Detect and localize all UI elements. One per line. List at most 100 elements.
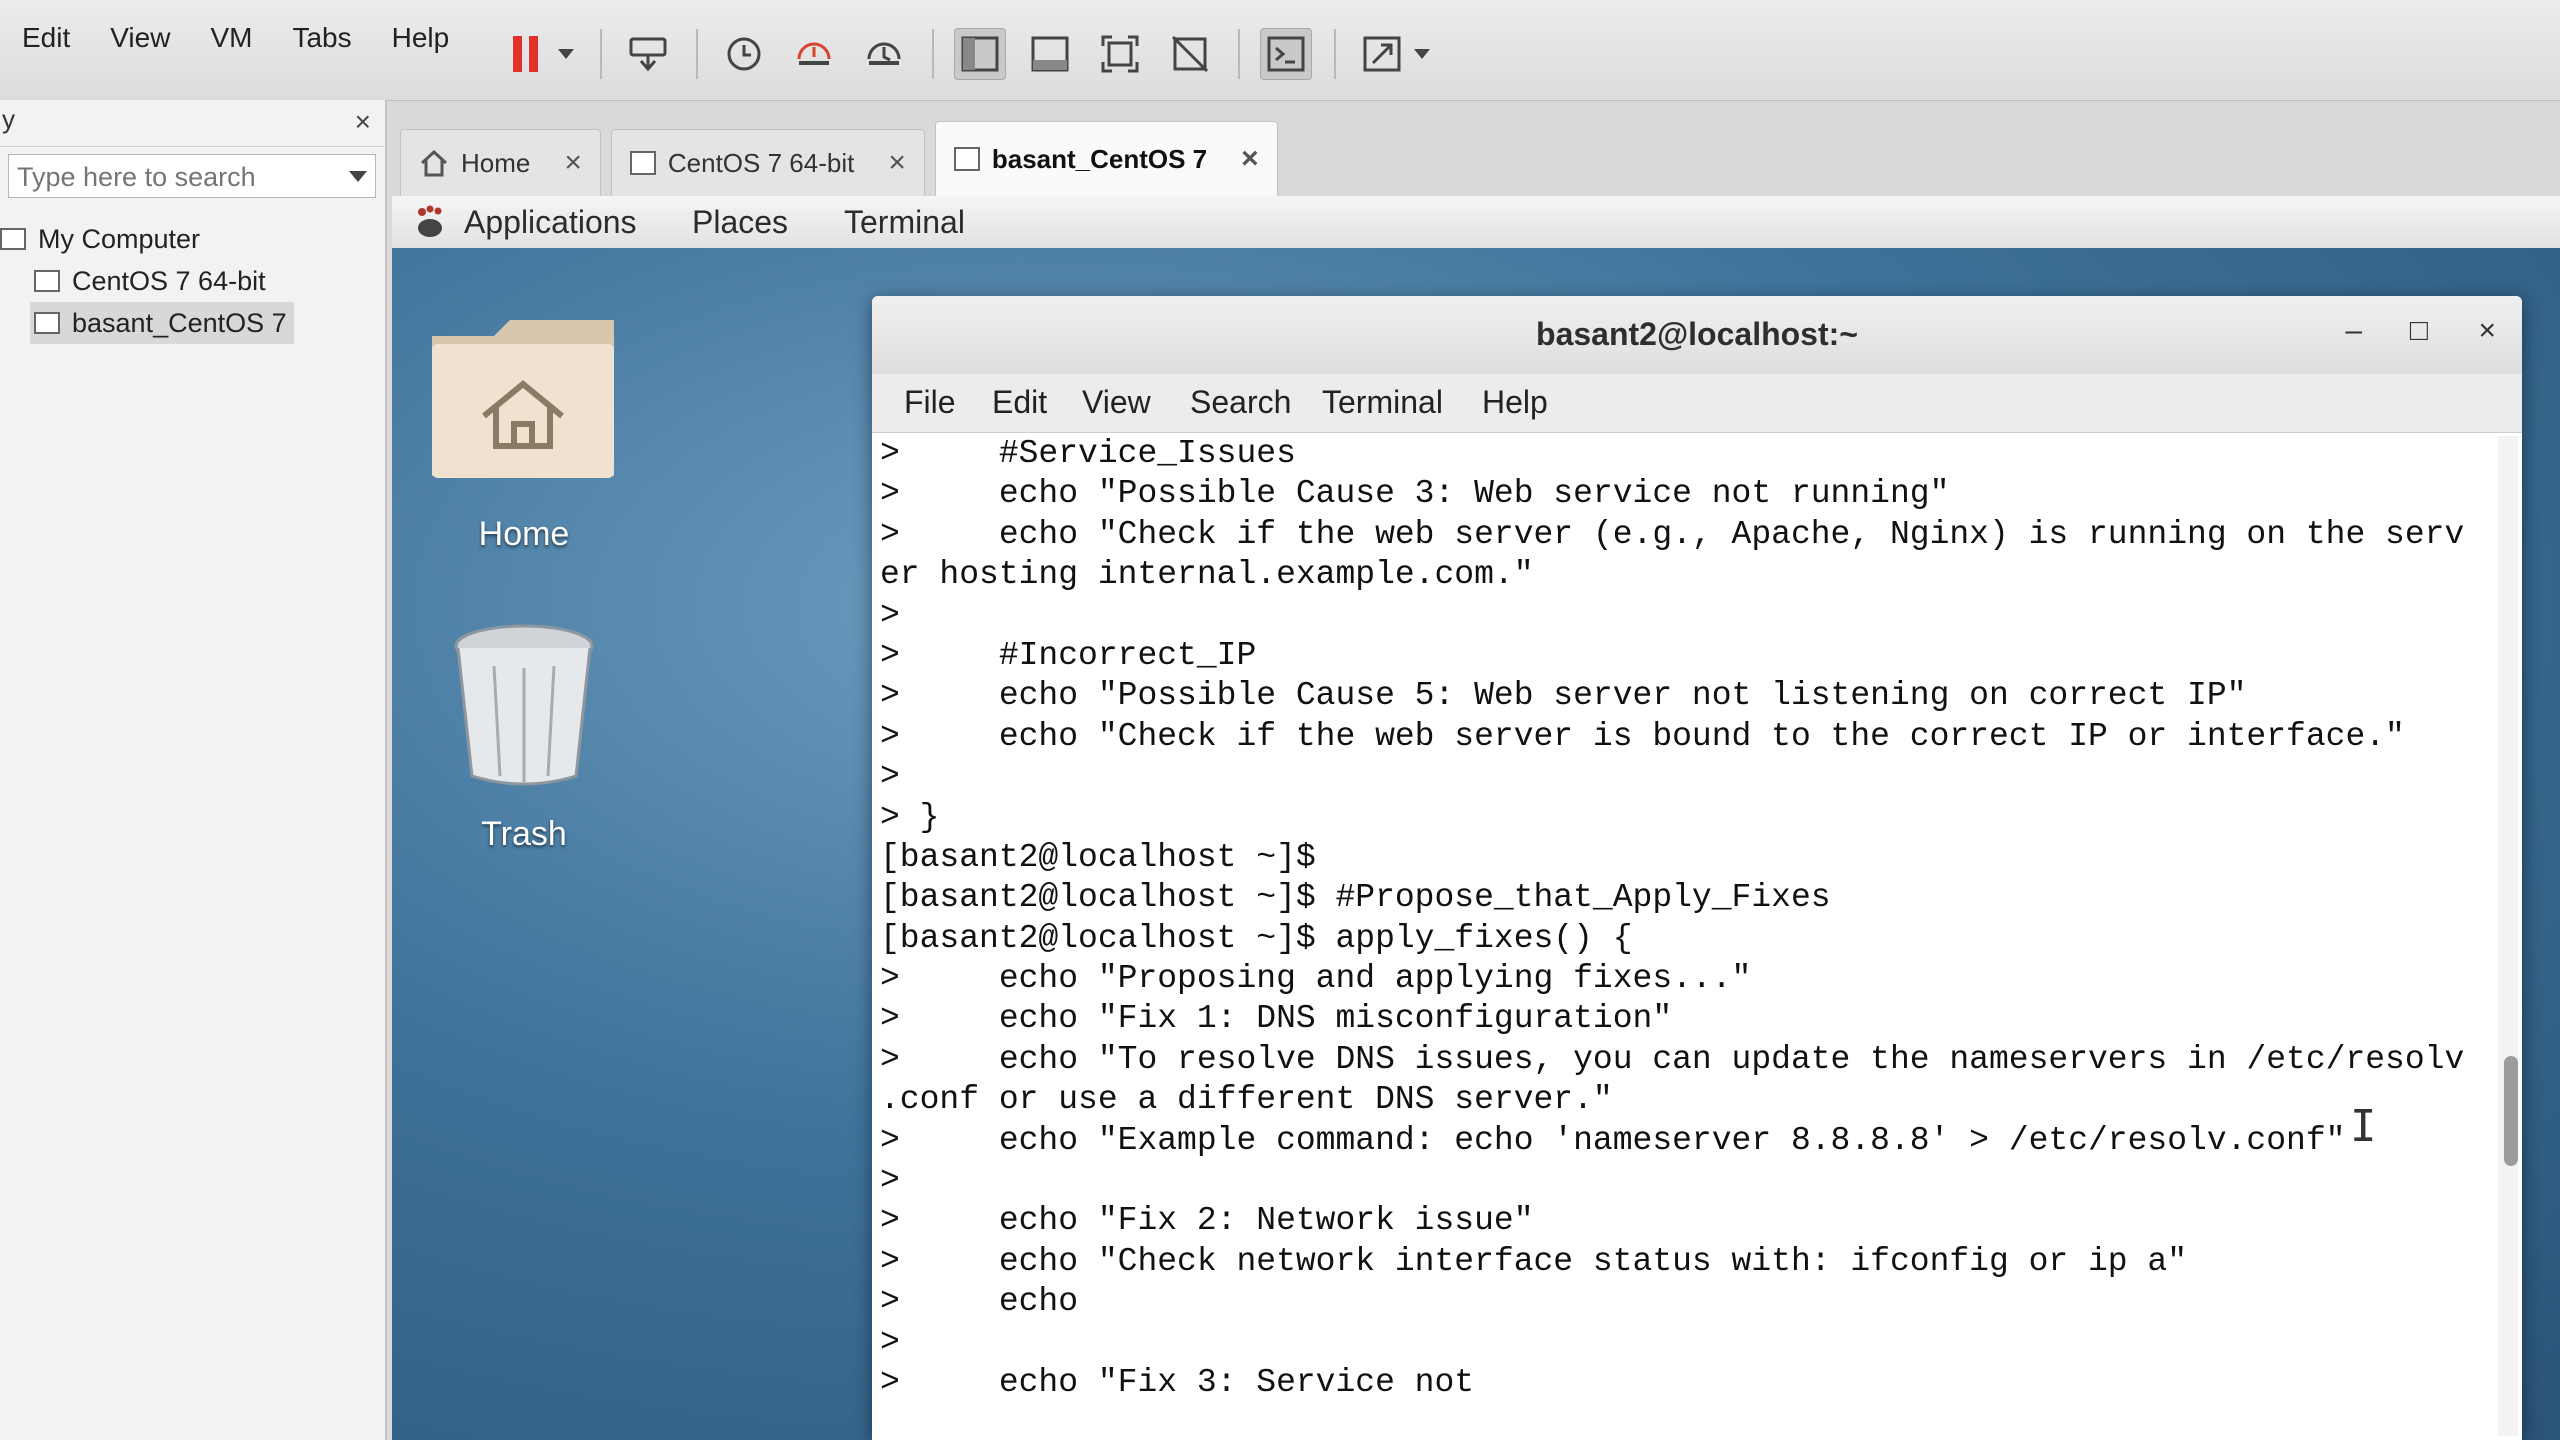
terminal-line: > echo "Check if the web server (e.g., A… [880, 515, 2465, 553]
gnome-applications-menu[interactable]: Applications [464, 204, 637, 241]
terminal-line: > echo [880, 1283, 1079, 1321]
close-window-icon[interactable]: × [2478, 314, 2496, 348]
terminal-scrollbar[interactable] [2498, 436, 2518, 1436]
vm-icon [34, 270, 60, 292]
pause-icon [513, 36, 538, 72]
toolbar-separator [932, 29, 934, 79]
stretch-dropdown-button[interactable] [1410, 28, 1434, 80]
close-tab-icon[interactable]: × [1241, 142, 1259, 176]
pause-button[interactable] [500, 28, 552, 80]
trash-icon [454, 624, 594, 786]
terminal-line: > } [880, 798, 940, 836]
menu-view[interactable]: View [110, 22, 170, 54]
tab-label: CentOS 7 64-bit [667, 147, 855, 178]
tree-vm-basant[interactable]: basant_CentOS 7 [30, 302, 294, 344]
toolbar-separator [696, 29, 698, 79]
tab-centos[interactable]: CentOS 7 64-bit × [610, 129, 925, 196]
send-keys-icon [629, 37, 667, 72]
library-sidebar: y × My Computer CentOS 7 64-bit basant_C… [0, 100, 387, 1440]
show-thumbnail-bar-button[interactable] [1024, 28, 1076, 80]
tab-basant[interactable]: basant_CentOS 7 × [934, 121, 1278, 196]
close-library-icon[interactable]: × [355, 106, 371, 138]
tree-label: basant_CentOS 7 [72, 307, 287, 338]
power-dropdown-button[interactable] [554, 28, 578, 80]
gnome-terminal-menu[interactable]: Terminal [844, 204, 965, 241]
home-icon [420, 149, 448, 177]
terminal-line: > [880, 758, 900, 796]
terminal-menu-view[interactable]: View [1082, 384, 1151, 421]
library-header: y × [0, 100, 385, 147]
menu-edit[interactable]: Edit [22, 22, 70, 54]
desktop-trash-icon[interactable]: Trash [414, 616, 634, 854]
tab-label: basant_CentOS 7 [991, 143, 1208, 174]
terminal-line: > echo "Fix 2: Network issue" [880, 1202, 1534, 1240]
terminal-line: er hosting internal.example.com." [880, 556, 1534, 594]
chevron-down-icon [558, 49, 574, 59]
terminal-line: > echo "To resolve DNS issues, you can u… [880, 1040, 2465, 1078]
terminal-menu-help[interactable]: Help [1482, 384, 1548, 421]
snapshot-manager-button[interactable] [858, 28, 910, 80]
terminal-menu-edit[interactable]: Edit [992, 384, 1047, 421]
terminal-line: > #Incorrect_IP [880, 636, 1257, 674]
home-folder-icon [432, 320, 614, 478]
gnome-top-bar: Applications Places Terminal [392, 196, 2560, 249]
search-dropdown-icon[interactable] [349, 171, 367, 182]
show-library-button[interactable] [954, 28, 1006, 80]
terminal-line: > echo "Possible Cause 3: Web service no… [880, 475, 1950, 513]
chevron-down-icon [1414, 49, 1430, 59]
snapshot-icon [727, 37, 761, 71]
unity-icon [1171, 35, 1209, 73]
send-keys-button[interactable] [622, 28, 674, 80]
menu-help[interactable]: Help [392, 22, 450, 54]
unity-button[interactable] [1164, 28, 1216, 80]
desktop-icon-label: Trash [481, 815, 567, 853]
vm-tree: My Computer CentOS 7 64-bit basant_CentO… [0, 218, 385, 344]
terminal-window[interactable]: basant2@localhost:~ – □ × File Edit View… [872, 296, 2522, 1440]
library-title: y [2, 104, 15, 134]
close-tab-icon[interactable]: × [888, 146, 906, 180]
menu-tabs[interactable]: Tabs [292, 22, 351, 54]
vm-icon [629, 151, 656, 175]
desktop-home-icon[interactable]: Home [414, 296, 634, 554]
terminal-titlebar[interactable]: basant2@localhost:~ – □ × [872, 296, 2522, 374]
computer-icon [0, 228, 26, 250]
terminal-line: > echo "Fix 1: DNS misconfiguration" [880, 1000, 1673, 1038]
terminal-line: > echo "Check if the web server is bound… [880, 717, 2405, 755]
full-screen-button[interactable] [1094, 28, 1146, 80]
tree-my-computer[interactable]: My Computer [0, 218, 385, 260]
toolbar-buttons [500, 28, 1452, 80]
terminal-output[interactable]: > #Service_Issues > echo "Possible Cause … [880, 434, 2490, 1434]
snapshot-manager-icon [867, 42, 901, 65]
gnome-places-menu[interactable]: Places [692, 204, 788, 241]
terminal-menu-search[interactable]: Search [1190, 384, 1291, 421]
terminal-line: > echo "Proposing and applying fixes..." [880, 960, 1752, 998]
gnome-foot-icon [418, 205, 442, 237]
tree-vm-centos[interactable]: CentOS 7 64-bit [0, 260, 385, 302]
terminal-title: basant2@localhost:~ [1536, 316, 1858, 352]
terminal-menubar: File Edit View Search Terminal Help [872, 374, 2522, 433]
library-search-input[interactable] [15, 161, 339, 193]
scrollbar-thumb[interactable] [2504, 1056, 2518, 1166]
minimize-window-icon[interactable]: – [2345, 314, 2362, 348]
terminal-line: [basant2@localhost ~]$ apply_fixes() { [880, 919, 1633, 957]
vm-running-icon [34, 312, 60, 334]
terminal-menu-terminal[interactable]: Terminal [1322, 384, 1443, 421]
terminal-line: [basant2@localhost ~]$ #Propose_that_App… [880, 879, 1831, 917]
library-search[interactable] [8, 154, 376, 198]
close-tab-icon[interactable]: × [564, 146, 582, 180]
console-view-button[interactable] [1260, 28, 1312, 80]
thumbnail-layout-icon [1031, 36, 1069, 72]
snapshot-button[interactable] [718, 28, 770, 80]
terminal-line: [basant2@localhost ~]$ [880, 838, 1316, 876]
maximize-window-icon[interactable]: □ [2410, 314, 2428, 348]
tab-label: Home [461, 147, 531, 178]
tab-home[interactable]: Home × [400, 129, 601, 196]
terminal-menu-file[interactable]: File [904, 384, 956, 421]
terminal-line: > [880, 1323, 900, 1361]
stretch-guest-button[interactable] [1356, 28, 1408, 80]
menu-vm[interactable]: VM [210, 22, 252, 54]
revert-snapshot-icon [797, 42, 831, 65]
full-screen-icon [1101, 35, 1139, 73]
terminal-line: > #Service_Issues [880, 435, 1296, 472]
revert-snapshot-button[interactable] [788, 28, 840, 80]
